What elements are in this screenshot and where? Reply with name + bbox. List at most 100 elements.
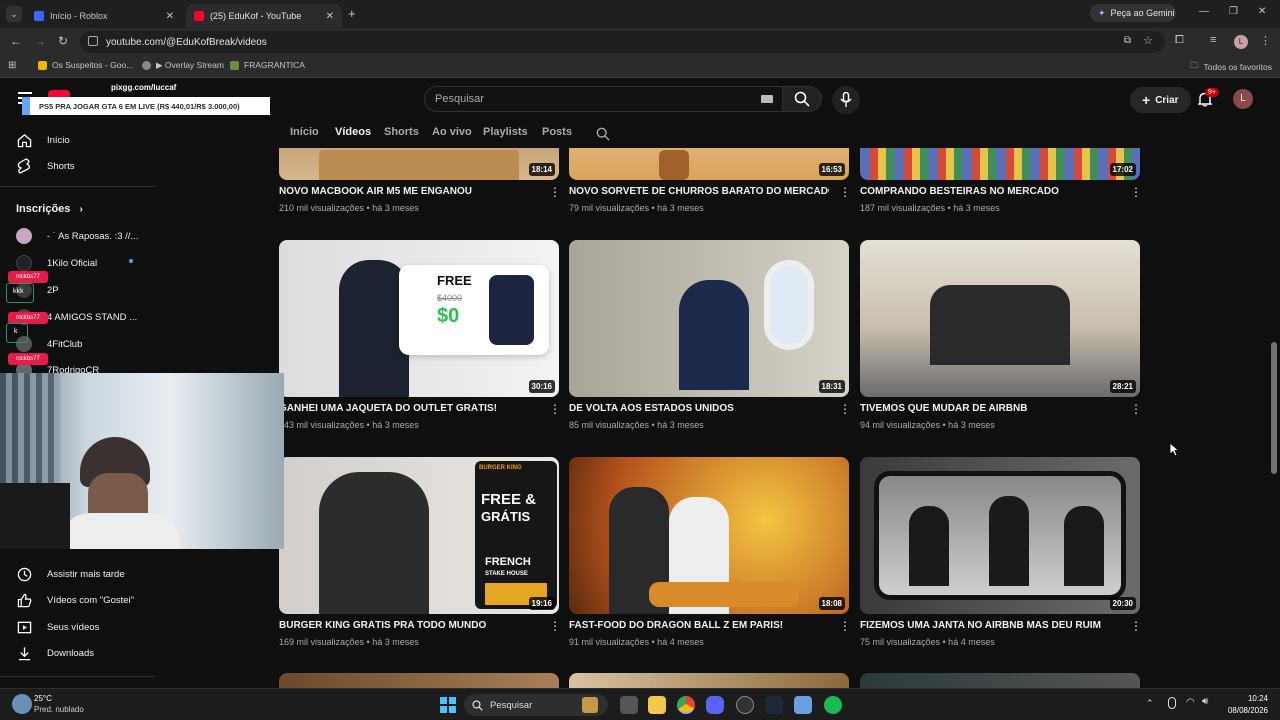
tab-youtube[interactable]: (25) EduKof - YouTube ✕ [186, 4, 342, 28]
create-button[interactable]: + Criar [1130, 87, 1191, 113]
discord-icon[interactable] [706, 696, 724, 714]
video-card[interactable]: 28:21 TIVEMOS QUE MUDAR DE AIRBNB 94 mil… [860, 240, 1142, 430]
tab-shorts[interactable]: Shorts [384, 126, 419, 138]
video-title[interactable]: TIVEMOS QUE MUDAR DE AIRBNB [860, 403, 1120, 414]
channel-search-icon[interactable] [596, 127, 610, 141]
sidebar-item-subscription[interactable]: 1Kilo Oficial [16, 255, 133, 271]
video-card[interactable]: BURGER KING FREE & GRÁTIS FRENCH STAKE H… [279, 457, 561, 647]
video-thumbnail[interactable]: FREE $4000 $0 30:16 [279, 240, 559, 397]
notepad-icon[interactable] [794, 696, 812, 714]
weather-icon[interactable] [12, 694, 32, 714]
more-actions-icon[interactable]: ⋮ [1130, 620, 1142, 632]
sidebar-item-shorts[interactable]: Shorts [16, 158, 74, 174]
chrome-icon[interactable] [677, 696, 695, 714]
bookmark-item[interactable]: ▶ Overlay Stream [142, 60, 224, 71]
new-tab-button[interactable]: + [348, 6, 356, 21]
tab-videos[interactable]: Vídeos [335, 126, 371, 138]
address-bar[interactable]: youtube.com/@EduKofBreak/videos ⧉ ☆ [80, 31, 1165, 53]
video-title[interactable]: GANHEI UMA JAQUETA DO OUTLET GRÁTIS! [279, 403, 539, 414]
bookmark-item[interactable]: FRAGRANTICA [230, 60, 305, 70]
more-actions-icon[interactable]: ⋮ [839, 186, 851, 198]
video-thumbnail[interactable]: 18:08 [569, 457, 849, 614]
video-thumbnail[interactable]: 16:53 [569, 148, 849, 180]
video-thumbnail[interactable]: 28:21 [860, 240, 1140, 397]
video-thumbnail[interactable]: 18:14 [279, 148, 559, 180]
site-info-icon[interactable] [88, 36, 98, 46]
video-card[interactable]: FREE $4000 $0 30:16 GANHEI UMA JAQUETA D… [279, 240, 561, 430]
tab-roblox[interactable]: Início - Roblox ✕ [26, 4, 182, 28]
wifi-icon[interactable]: ◠ [1186, 697, 1195, 708]
scrollbar-thumb[interactable] [1271, 342, 1277, 474]
close-tab-icon[interactable]: ✕ [166, 11, 174, 22]
voice-search-button[interactable] [832, 86, 860, 114]
forward-icon[interactable]: → [34, 34, 46, 48]
reading-list-icon[interactable]: ≡ [1210, 34, 1216, 46]
video-title[interactable]: FAST-FOOD DO DRAGON BALL Z EM PARIS! [569, 620, 829, 631]
more-actions-icon[interactable]: ⋮ [1130, 186, 1142, 198]
video-thumbnail[interactable] [569, 673, 849, 688]
close-window-button[interactable]: ✕ [1258, 6, 1266, 17]
more-actions-icon[interactable]: ⋮ [839, 620, 851, 632]
more-actions-icon[interactable]: ⋮ [839, 403, 851, 415]
video-card[interactable]: 18:31 DE VOLTA AOS ESTADOS UNIDOS 85 mil… [569, 240, 851, 430]
microphone-icon[interactable] [1168, 697, 1176, 709]
volume-icon[interactable]: 🔊︎ [1202, 696, 1208, 707]
back-icon[interactable]: ← [10, 34, 22, 48]
video-thumbnail[interactable] [860, 673, 1140, 688]
video-title[interactable]: COMPRANDO BESTEIRAS NO MERCADO [860, 186, 1120, 197]
video-thumbnail[interactable]: 17:02 [860, 148, 1140, 180]
more-actions-icon[interactable]: ⋮ [1130, 403, 1142, 415]
video-title[interactable]: FIZEMOS UMA JANTA NO AIRBNB MAS DEU RUIM [860, 620, 1120, 631]
tab-inicio[interactable]: Início [290, 126, 319, 138]
subscriptions-header[interactable]: Inscrições › [16, 203, 83, 215]
extensions-icon[interactable]: ⧠ [1175, 34, 1184, 47]
tab-posts[interactable]: Posts [542, 126, 572, 138]
restore-button[interactable]: ❐ [1229, 6, 1238, 17]
video-card[interactable]: 18:08 FAST-FOOD DO DRAGON BALL Z EM PARI… [569, 457, 851, 647]
tab-list-button[interactable]: ⌄ [6, 6, 22, 22]
search-input[interactable]: Pesquisar [424, 86, 784, 112]
task-view-icon[interactable] [620, 696, 638, 714]
video-thumbnail[interactable]: 18:31 [569, 240, 849, 397]
video-thumbnail[interactable]: 20:30 [860, 457, 1140, 614]
video-title[interactable]: BURGER KING GRÁTIS PRA TODO MUNDO [279, 620, 539, 631]
sidebar-item-subscription[interactable]: - ˙ As Raposas. :3 //... [16, 228, 138, 244]
video-thumbnail[interactable]: BURGER KING FREE & GRÁTIS FRENCH STAKE H… [279, 457, 559, 614]
bookmark-star-icon[interactable]: ☆ [1143, 34, 1153, 47]
gemini-button[interactable]: ✦ Peça ao Gemini [1090, 4, 1176, 22]
all-favorites[interactable]: 🗀 Todos os favoritos [1190, 60, 1272, 74]
apps-grid-icon[interactable]: ⊞ [8, 60, 16, 71]
video-thumbnail[interactable] [279, 673, 559, 688]
clock-time[interactable]: 10:24 [1228, 694, 1268, 703]
keyboard-icon[interactable] [761, 95, 773, 103]
reload-icon[interactable]: ↻ [58, 34, 68, 48]
weather-desc[interactable]: Pred. nublado [34, 705, 84, 714]
minimize-button[interactable]: — [1199, 6, 1209, 17]
menu-kebab-icon[interactable]: ⋮ [1260, 34, 1271, 47]
sidebar-item-liked-videos[interactable]: Vídeos com "Gostei" [16, 592, 134, 608]
profile-avatar[interactable]: L [1234, 35, 1248, 49]
video-card[interactable]: 20:30 FIZEMOS UMA JANTA NO AIRBNB MAS DE… [860, 457, 1142, 647]
more-actions-icon[interactable]: ⋮ [549, 403, 561, 415]
more-actions-icon[interactable]: ⋮ [549, 186, 561, 198]
sidebar-item-downloads[interactable]: Downloads [16, 645, 94, 661]
video-card[interactable]: 16:53 NOVO SORVETE DE CHURROS BARATO DO … [569, 148, 851, 213]
tab-playlists[interactable]: Playlists [483, 126, 528, 138]
page-scrollbar[interactable] [1268, 120, 1280, 688]
sidebar-item-watch-later[interactable]: Assistir mais tarde [16, 566, 125, 582]
tab-ao-vivo[interactable]: Ao vivo [432, 126, 472, 138]
sidebar-item-inicio[interactable]: Início [16, 132, 70, 148]
chevron-up-icon[interactable]: ⌃ [1146, 698, 1154, 709]
more-actions-icon[interactable]: ⋮ [549, 620, 561, 632]
install-app-icon[interactable]: ⧉ [1124, 35, 1131, 46]
notifications-button[interactable]: 9+ [1197, 88, 1219, 107]
windows-start-icon[interactable] [440, 697, 456, 713]
obs-icon[interactable] [736, 696, 754, 714]
video-title[interactable]: NOVO SORVETE DE CHURROS BARATO DO MERCAD… [569, 186, 829, 197]
video-title[interactable]: DE VOLTA AOS ESTADOS UNIDOS [569, 403, 829, 414]
close-tab-icon[interactable]: ✕ [326, 11, 334, 22]
file-explorer-icon[interactable] [648, 696, 666, 714]
clock-date[interactable]: 08/08/2026 [1224, 706, 1268, 715]
video-title[interactable]: NOVO MACBOOK AIR M5 ME ENGANOU [279, 186, 539, 197]
account-avatar[interactable]: L [1233, 89, 1253, 109]
